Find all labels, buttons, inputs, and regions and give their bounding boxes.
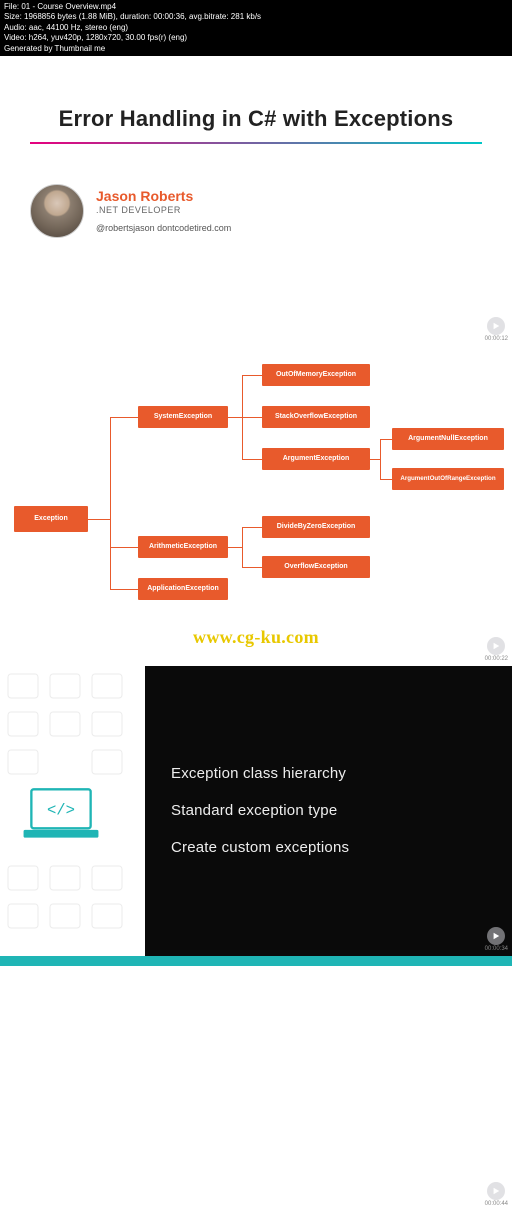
slide3-right-panel: Exception class hierarchy Standard excep…: [145, 666, 512, 956]
teal-divider: [0, 956, 512, 966]
conn: [110, 547, 138, 548]
conn: [370, 459, 380, 460]
metadata-audio: Audio: aac, 44100 Hz, stereo (eng): [4, 23, 508, 33]
node-divide-by-zero: DivideByZeroException: [262, 516, 370, 538]
conn: [110, 589, 138, 590]
play-icon: [487, 927, 505, 945]
node-argument-null: ArgumentNullException: [392, 428, 504, 450]
conn: [242, 417, 262, 418]
conn: [242, 527, 262, 528]
conn: [242, 527, 243, 567]
author-name: Jason Roberts: [96, 188, 231, 204]
topic-line-3: Create custom exceptions: [171, 839, 512, 856]
play-icon: [487, 317, 505, 335]
watermark-wrap: www.cg-ku.com: [0, 621, 512, 658]
laptop-code-icon: </>: [22, 786, 100, 846]
node-out-of-memory: OutOfMemoryException: [262, 364, 370, 386]
conn: [228, 417, 242, 418]
exception-tree: Exception SystemException ArithmeticExce…: [0, 346, 512, 621]
timestamp-2: 00:00:22: [485, 656, 508, 662]
slide-topics: </> Exception class hierarchy Standard e…: [0, 666, 512, 956]
author-block: Jason Roberts .NET DEVELOPER @robertsjas…: [30, 184, 512, 238]
timestamp-1: 00:00:12: [485, 336, 508, 342]
metadata-file: File: 01 - Course Overview.mp4: [4, 2, 508, 12]
metadata-video: Video: h264, yuv420p, 1280x720, 30.00 fp…: [4, 33, 508, 43]
metadata-generated: Generated by Thumbnail me: [4, 44, 508, 54]
thumb-badge-1: 00:00:12: [485, 317, 508, 342]
node-application-exception: ApplicationException: [138, 578, 228, 600]
conn: [380, 439, 381, 479]
slide-hierarchy: Exception SystemException ArithmeticExce…: [0, 346, 512, 666]
conn: [242, 375, 262, 376]
title-wrap: Error Handling in C# with Exceptions: [0, 56, 512, 132]
timestamp-3: 00:00:34: [485, 946, 508, 952]
conn: [110, 417, 138, 418]
video-metadata-header: File: 01 - Course Overview.mp4 Size: 196…: [0, 0, 512, 56]
conn: [228, 547, 242, 548]
node-overflow: OverflowException: [262, 556, 370, 578]
author-text: Jason Roberts .NET DEVELOPER @robertsjas…: [96, 188, 231, 233]
node-stack-overflow: StackOverflowException: [262, 406, 370, 428]
play-icon: [487, 637, 505, 655]
topic-line-2: Standard exception type: [171, 802, 512, 819]
course-title: Error Handling in C# with Exceptions: [30, 106, 482, 132]
conn: [380, 479, 392, 480]
thumb-badge-3: 00:00:34: [485, 927, 508, 952]
title-underline: [30, 142, 482, 144]
topic-line-1: Exception class hierarchy: [171, 765, 512, 782]
conn: [110, 417, 111, 589]
thumb-badge-2: 00:00:22: [485, 637, 508, 662]
node-exception: Exception: [14, 506, 88, 532]
slide-title: Error Handling in C# with Exceptions Jas…: [0, 56, 512, 346]
author-avatar: [30, 184, 84, 238]
node-argument-exception: ArgumentException: [262, 448, 370, 470]
conn: [88, 519, 110, 520]
author-role: .NET DEVELOPER: [96, 205, 231, 215]
conn: [380, 439, 392, 440]
slide3-left-panel: </>: [0, 666, 145, 956]
node-argument-out-of-range: ArgumentOutOfRangeException: [392, 468, 504, 490]
svg-text:</>: </>: [47, 801, 75, 819]
node-system-exception: SystemException: [138, 406, 228, 428]
node-arithmetic-exception: ArithmeticException: [138, 536, 228, 558]
conn: [242, 567, 262, 568]
timestamp-4: 00:00:44: [485, 1201, 508, 1207]
watermark: www.cg-ku.com: [193, 627, 319, 647]
thumb-badge-4: 00:00:44: [485, 1182, 508, 1207]
author-social: @robertsjason dontcodetired.com: [96, 223, 231, 233]
metadata-size: Size: 1968856 bytes (1.88 MiB), duration…: [4, 12, 508, 22]
conn: [242, 459, 262, 460]
slide-blank: 00:00:44: [0, 966, 512, 1211]
play-icon: [487, 1182, 505, 1200]
